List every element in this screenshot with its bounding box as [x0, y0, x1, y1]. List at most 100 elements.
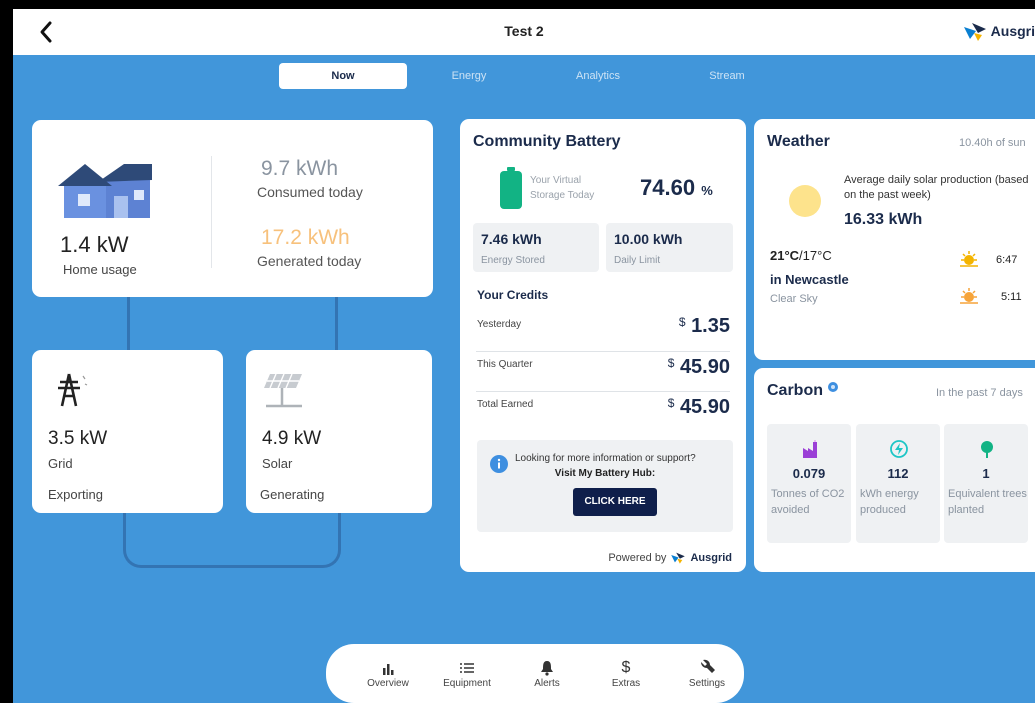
currency-symbol: $	[667, 356, 675, 370]
carbon-stat-energy: 112 kWh energy produced	[856, 424, 940, 543]
view-tabs: Now Energy Analytics Stream	[13, 63, 1035, 89]
grid-card[interactable]: 3.5 kW Grid Exporting	[32, 350, 223, 513]
carbon-stat-co2: 0.079 Tonnes of CO2 avoided	[767, 424, 851, 543]
nav-extras[interactable]: $ Extras	[591, 658, 661, 689]
dollar-icon: $	[621, 659, 631, 676]
home-usage-value: 1.4 kW	[60, 232, 129, 257]
carbon-period: In the past 7 days	[936, 387, 1023, 399]
sunrise-icon	[960, 251, 978, 267]
credit-label-total: Total Earned	[477, 399, 534, 410]
credit-value-quarter: $ 45.90	[668, 356, 730, 379]
storage-unit: %	[701, 183, 713, 198]
top-bar: Test 2 Ausgri	[13, 9, 1035, 55]
sun-hours: 10.40h of sun	[959, 137, 1026, 149]
daily-limit-label: Daily Limit	[614, 255, 661, 266]
storage-label: Your Virtual Storage Today	[530, 175, 595, 201]
wrench-icon	[701, 659, 715, 673]
grid-status: Exporting	[48, 487, 103, 502]
brand-name: Ausgri	[990, 23, 1035, 39]
generated-label: Generated today	[257, 253, 362, 269]
solar-status: Generating	[260, 487, 325, 502]
sunrise-time: 6:47	[996, 254, 1018, 266]
community-battery-card: Community Battery Your Virtual Storage T…	[460, 119, 746, 572]
generated-value: 17.2 kWh	[261, 226, 350, 249]
temp-high: 21°C	[770, 248, 800, 263]
nav-equipment[interactable]: Equipment	[432, 658, 502, 689]
carbon-title: Carbon	[767, 382, 823, 399]
nav-label: Extras	[611, 678, 641, 689]
tab-now[interactable]: Now	[279, 63, 407, 89]
ausgrid-logo-icon	[963, 23, 986, 41]
grid-power-value: 3.5 kW	[48, 428, 108, 449]
click-here-button[interactable]: CLICK HERE	[573, 488, 657, 516]
avg-solar-text: Average daily solar production (based on…	[844, 174, 1029, 201]
brand-logo: Ausgri	[962, 21, 1035, 41]
credits-divider	[476, 391, 730, 392]
credit-label-quarter: This Quarter	[477, 359, 533, 370]
credit-value-total: $ 45.90	[668, 396, 730, 419]
bell-icon	[541, 661, 553, 676]
grid-label: Grid	[48, 456, 73, 471]
solar-card[interactable]: 4.9 kW Solar Generating	[246, 350, 432, 513]
credit-value-yesterday: $ 1.35	[679, 315, 730, 338]
home-usage-label: Home usage	[63, 262, 137, 277]
transmission-tower-icon	[58, 373, 88, 407]
tab-stream[interactable]: Stream	[697, 63, 757, 89]
hub-info-text: Looking for more information or support?	[515, 453, 696, 464]
nav-label: Overview	[367, 678, 409, 689]
currency-symbol: $	[678, 315, 686, 329]
storage-value: 74.60 %	[640, 175, 713, 201]
battery-hub-box: Looking for more information or support?…	[477, 440, 733, 532]
house-icon	[58, 164, 152, 218]
carbon-title-row: Carbon	[767, 382, 838, 400]
carbon-label: Equivalent trees planted	[948, 488, 1027, 516]
home-divider	[211, 156, 212, 268]
avg-solar-value: 16.33 kWh	[844, 211, 923, 228]
info-icon[interactable]	[828, 382, 838, 392]
page-title: Test 2	[504, 23, 544, 39]
battery-icon	[500, 167, 522, 209]
pipe-home-grid	[127, 295, 130, 351]
energy-stored-label: Energy Stored	[481, 255, 545, 266]
currency-symbol: $	[667, 396, 675, 410]
nav-settings[interactable]: Settings	[672, 658, 742, 689]
carbon-value: 1	[982, 466, 990, 481]
daily-limit-value: 10.00 kWh	[614, 231, 683, 247]
weather-title: Weather	[767, 133, 830, 150]
temperature: 21°C/17°C	[770, 248, 832, 263]
list-icon	[460, 663, 474, 673]
solar-power-value: 4.9 kW	[262, 428, 322, 449]
sun-icon	[789, 185, 821, 217]
carbon-stat-trees: 1 Equivalent trees planted	[944, 424, 1028, 543]
carbon-value: 0.079	[792, 466, 826, 481]
app-frame: Test 2 Ausgri Now Energy Analytics Strea…	[13, 9, 1035, 703]
credit-amount: 1.35	[691, 315, 730, 337]
bottom-nav: Overview Equipment Alerts $ Extras Setti…	[326, 644, 744, 703]
nav-label: Alerts	[534, 678, 560, 689]
tab-energy[interactable]: Energy	[439, 63, 499, 89]
credit-amount: 45.90	[679, 356, 730, 378]
home-card[interactable]: 1.4 kW Home usage 9.7 kWh Consumed today…	[32, 120, 433, 297]
tab-analytics[interactable]: Analytics	[565, 63, 631, 89]
nav-overview[interactable]: Overview	[353, 658, 423, 689]
solar-panel-icon	[264, 373, 302, 408]
energy-stored-value: 7.46 kWh	[481, 231, 542, 247]
temp-low: /17°C	[799, 248, 832, 263]
pipe-grid-solar	[123, 513, 341, 568]
ausgrid-logo-icon	[671, 552, 686, 564]
solar-label: Solar	[262, 456, 293, 471]
sunset-time: 5:11	[1001, 291, 1022, 303]
carbon-label: kWh energy produced	[860, 488, 919, 516]
nav-label: Settings	[688, 678, 726, 689]
nav-alerts[interactable]: Alerts	[512, 658, 582, 689]
bolt-icon	[890, 440, 908, 458]
credit-amount: 45.90	[679, 396, 730, 418]
energy-stored-box: 7.46 kWh Energy Stored	[473, 223, 599, 272]
nav-label: Equipment	[443, 678, 491, 689]
carbon-label: Tonnes of CO2 avoided	[771, 488, 845, 516]
carbon-card: Carbon In the past 7 days 0.079 Tonnes o…	[754, 368, 1035, 572]
consumed-value: 9.7 kWh	[261, 157, 339, 180]
tree-icon	[981, 441, 993, 458]
hub-info-bold: Visit My Battery Hub:	[554, 468, 656, 479]
battery-title: Community Battery	[473, 133, 621, 150]
